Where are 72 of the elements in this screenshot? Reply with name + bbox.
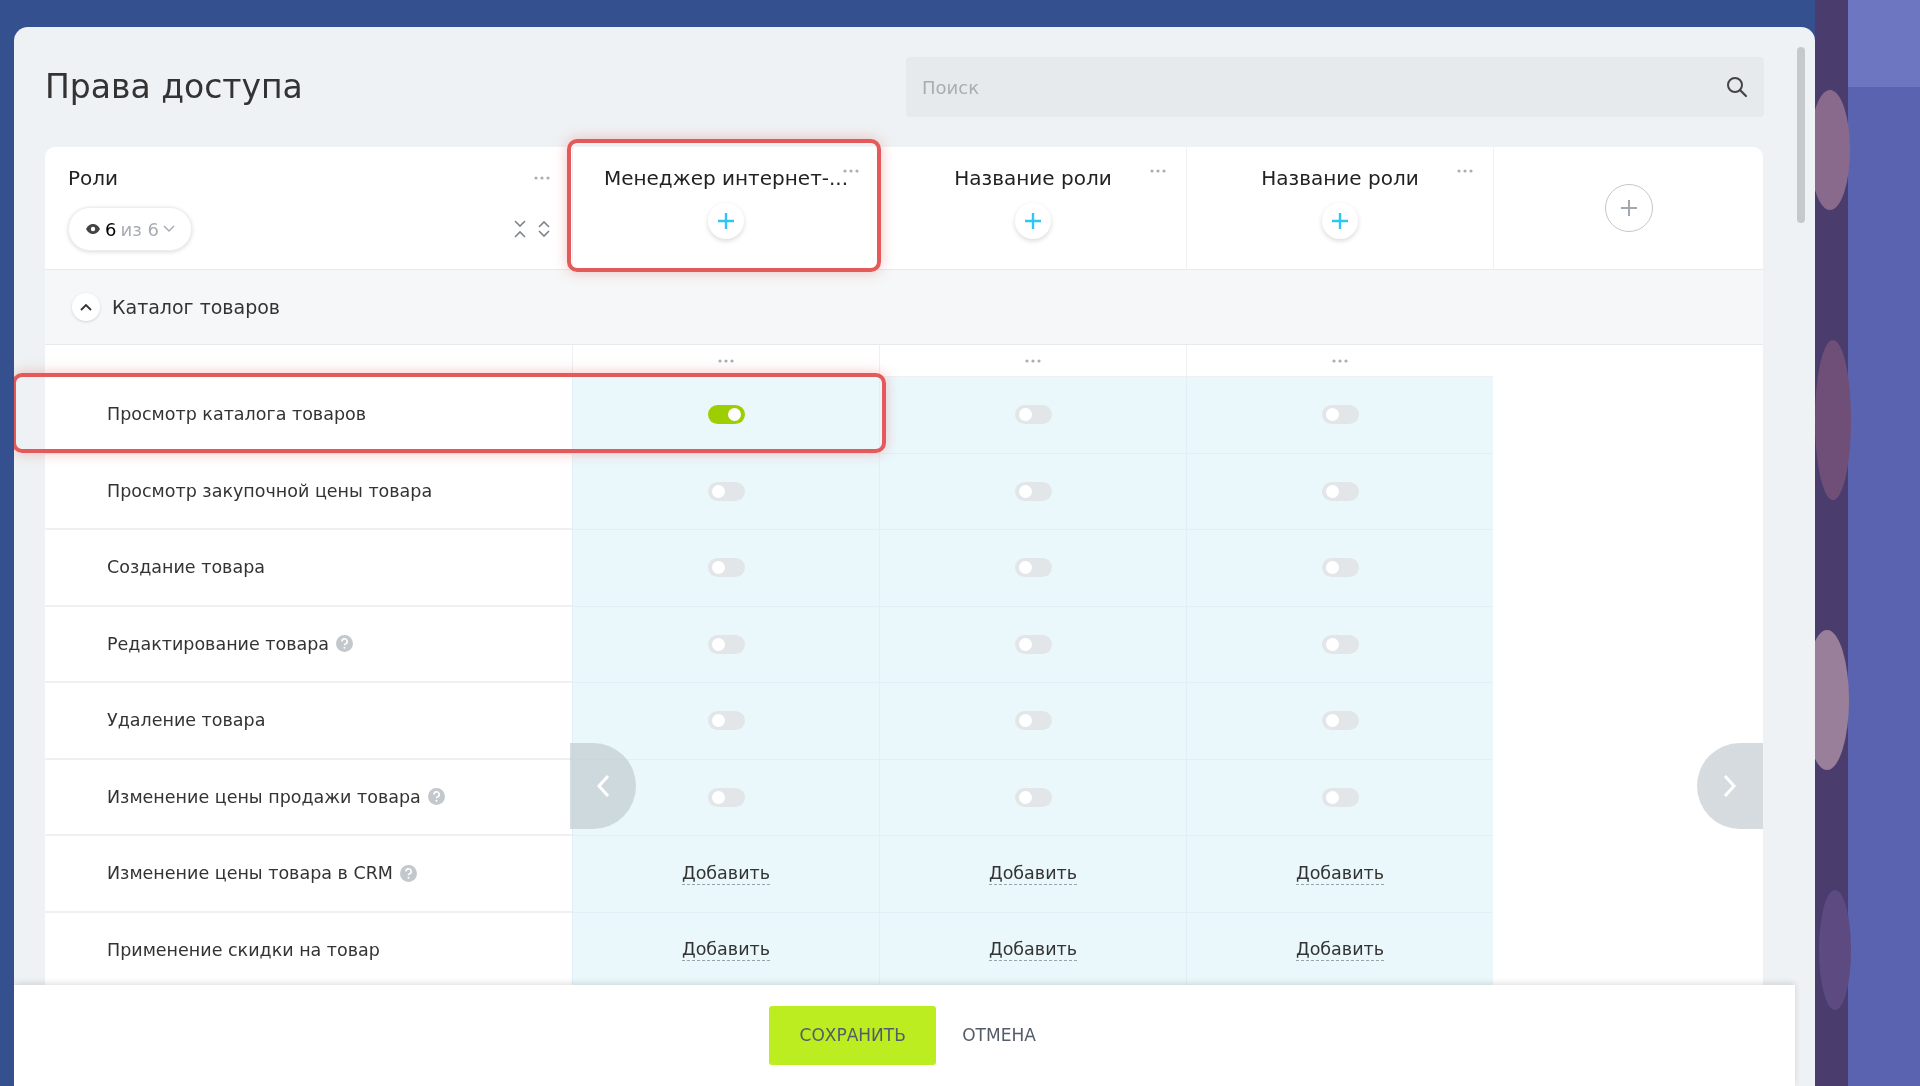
toggle-switch[interactable]	[707, 634, 745, 654]
scrollbar[interactable]	[1797, 47, 1805, 223]
toggle-switch[interactable]	[1321, 481, 1359, 501]
section-title: Каталог товаров	[112, 294, 281, 320]
add-link[interactable]: Добавить	[681, 939, 771, 962]
toggle-switch[interactable]	[1321, 787, 1359, 807]
toggle-switch[interactable]	[1014, 787, 1052, 807]
collapse-all-icon[interactable]	[514, 220, 526, 238]
plus-icon	[1023, 211, 1043, 231]
add-link[interactable]: Добавить	[1295, 862, 1385, 885]
role-title: Название роли	[1261, 165, 1419, 192]
permission-label: Создание товара	[107, 556, 265, 580]
search-field[interactable]: Поиск	[906, 57, 1764, 117]
help-icon[interactable]	[399, 864, 417, 882]
more-icon[interactable]	[718, 358, 734, 363]
visibility-filter[interactable]: 6 из 6	[68, 207, 192, 251]
add-link[interactable]: Добавить	[1295, 939, 1385, 962]
toggle-switch[interactable]	[1014, 711, 1052, 731]
plus-icon	[1618, 198, 1639, 218]
plus-icon	[716, 211, 736, 231]
toggle-switch[interactable]	[1014, 405, 1052, 425]
help-icon[interactable]	[427, 788, 445, 806]
next-button[interactable]	[1697, 743, 1763, 829]
add-button[interactable]	[1015, 203, 1051, 239]
collapse-toggle[interactable]	[72, 293, 100, 321]
toggle-switch[interactable]	[1321, 711, 1359, 731]
role-title: Менеджер интернет-...	[603, 165, 849, 192]
toggle-switch[interactable]	[1321, 634, 1359, 654]
previous-button[interactable]	[570, 743, 636, 829]
eye-icon	[85, 223, 101, 235]
cancel-button[interactable]: ОТМЕНА	[958, 1022, 1040, 1049]
permission-label: Просмотр закупочной цены товара	[107, 479, 433, 503]
chevron-up-icon	[80, 303, 92, 311]
toggle-switch[interactable]	[707, 481, 745, 501]
add-link[interactable]: Добавить	[681, 862, 771, 885]
more-icon[interactable]	[1025, 358, 1041, 363]
chevron-left-icon	[596, 774, 610, 798]
help-icon[interactable]	[336, 635, 354, 653]
column-title: Роли	[68, 165, 119, 192]
toggle-switch[interactable]	[1321, 558, 1359, 578]
toggle-switch[interactable]	[1321, 405, 1359, 425]
add-link[interactable]: Добавить	[988, 862, 1078, 885]
toggle-switch[interactable]	[1014, 558, 1052, 578]
more-icon[interactable]	[843, 169, 859, 173]
more-icon[interactable]	[1332, 358, 1348, 363]
more-icon[interactable]	[1150, 169, 1166, 173]
role-title: Название роли	[954, 165, 1112, 192]
permission-label: Изменение цены продажи товара	[107, 785, 421, 809]
add-role-button[interactable]	[1604, 184, 1653, 232]
permission-label: Удаление товара	[107, 709, 266, 733]
toggle-switch[interactable]	[1014, 481, 1052, 501]
permission-label: Применение скидки на товар	[107, 938, 380, 962]
toggle-switch[interactable]	[707, 711, 745, 731]
toggle-switch[interactable]	[707, 405, 745, 425]
add-button[interactable]	[708, 203, 744, 239]
save-button[interactable]: СОХРАНИТЬ	[769, 1006, 937, 1065]
toggle-switch[interactable]	[707, 787, 745, 807]
permission-label: Изменение цены товара в CRM	[107, 862, 393, 886]
chevron-right-icon	[1723, 774, 1737, 798]
add-link[interactable]: Добавить	[988, 939, 1078, 962]
plus-icon	[1330, 211, 1350, 231]
chevron-down-icon	[162, 225, 175, 233]
permission-label: Просмотр каталога товаров	[107, 403, 367, 427]
toggle-switch[interactable]	[1014, 634, 1052, 654]
more-icon[interactable]	[1457, 169, 1473, 173]
more-icon[interactable]	[534, 176, 550, 180]
search-icon[interactable]	[1726, 76, 1748, 98]
toggle-switch[interactable]	[707, 558, 745, 578]
permission-label: Редактирование товара	[107, 632, 330, 656]
expand-all-icon[interactable]	[538, 220, 550, 238]
add-button[interactable]	[1322, 203, 1358, 239]
dialog-title: Права доступа	[45, 66, 304, 109]
